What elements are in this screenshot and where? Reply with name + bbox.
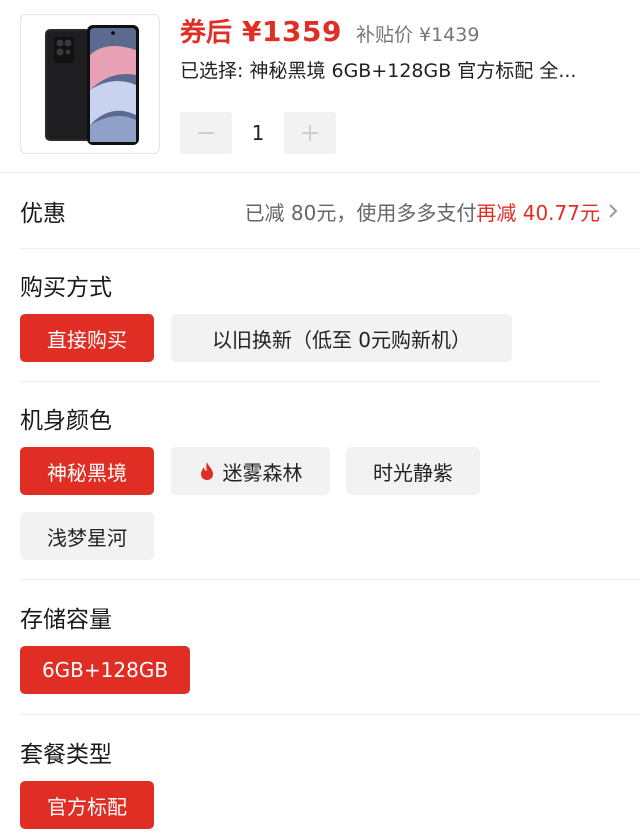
price-label: 券后 [180, 18, 233, 48]
package-title: 套餐类型 [20, 742, 112, 768]
color-option-dream-galaxy[interactable]: 浅梦星河 [20, 512, 154, 560]
price-value: ¥1359 [242, 15, 342, 48]
purchase-option-direct[interactable]: 直接购买 [20, 314, 154, 362]
divider [20, 248, 640, 249]
discount-row[interactable]: 优惠 已减 80元，使用多多支付 再减 40.77元 [20, 186, 620, 236]
color-option-mystic-black[interactable]: 神秘黑境 [20, 447, 154, 495]
chevron-right-icon [609, 204, 618, 218]
divider [20, 714, 640, 715]
decrease-button[interactable] [180, 112, 232, 154]
plus-icon [302, 125, 318, 141]
increase-button[interactable] [284, 112, 336, 154]
discount-applied-text: 已减 80元，使用多多支付 [244, 200, 477, 225]
color-option-label: 迷雾森林 [222, 460, 303, 485]
discount-title: 优惠 [20, 201, 66, 227]
discount-extra-text: 再减 40.77元 [476, 200, 600, 225]
purchase-method-title: 购买方式 [20, 275, 112, 301]
flame-icon [199, 461, 215, 481]
product-thumbnail[interactable] [20, 14, 160, 154]
divider [0, 172, 640, 173]
selected-spec: 已选择: 神秘黑境 6GB+128GB 官方标配 全... [180, 60, 577, 82]
subsidy-price: 补贴价 ¥1439 [355, 24, 480, 46]
storage-title: 存储容量 [20, 607, 112, 633]
discount-detail: 已减 80元，使用多多支付 再减 40.77元 [245, 197, 620, 226]
storage-option-6gb-128gb[interactable]: 6GB+128GB [20, 646, 190, 694]
price-row: 券后 ¥1359 补贴价 ¥1439 [180, 12, 480, 48]
color-option-mist-forest[interactable]: 迷雾森林 [171, 447, 330, 495]
color-title: 机身颜色 [20, 408, 112, 434]
quantity-value[interactable]: 1 [232, 121, 284, 145]
package-option-official[interactable]: 官方标配 [20, 781, 154, 829]
purchase-option-trade-in[interactable]: 以旧换新（低至 0元购新机） [171, 314, 512, 362]
divider [20, 381, 600, 382]
quantity-stepper: 1 [180, 112, 336, 154]
divider [20, 579, 640, 580]
product-summary: 券后 ¥1359 补贴价 ¥1439 已选择: 神秘黑境 6GB+128GB 官… [0, 0, 640, 170]
product-phone-image [45, 25, 139, 145]
color-option-time-purple[interactable]: 时光静紫 [346, 447, 480, 495]
minus-icon [198, 132, 214, 134]
